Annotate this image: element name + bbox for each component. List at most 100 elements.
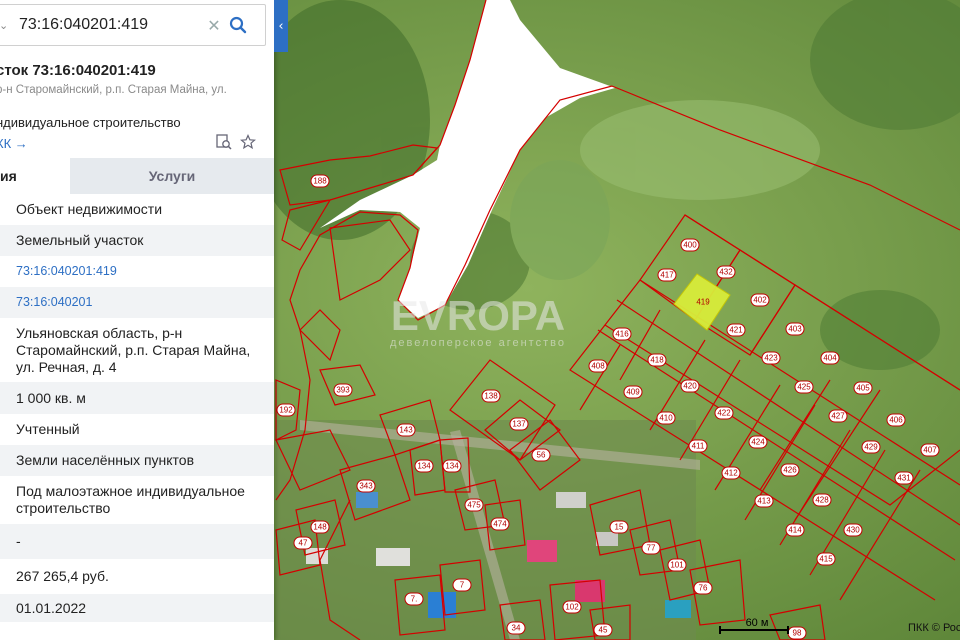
plot-label-423[interactable]: 423: [761, 351, 781, 365]
plot-label-56[interactable]: 56: [531, 448, 551, 462]
plot-label-148[interactable]: 148: [310, 520, 330, 534]
svg-text:47: 47: [299, 539, 308, 548]
plot-label-101[interactable]: 101: [667, 558, 687, 572]
svg-text:421: 421: [729, 326, 743, 335]
area-row: 1 000 кв. м: [0, 382, 274, 414]
svg-text:101: 101: [670, 561, 684, 570]
plot-label-410[interactable]: 410: [656, 411, 676, 425]
plot-label-408[interactable]: 408: [588, 359, 608, 373]
plot-label-422[interactable]: 422: [714, 406, 734, 420]
svg-text:76: 76: [699, 584, 708, 593]
plot-label-432[interactable]: 432: [716, 265, 736, 279]
address-row: Ульяновская область, р-н Старомайнский, …: [16, 324, 251, 375]
tab-services[interactable]: Услуги: [70, 158, 274, 194]
plot-label-134[interactable]: 134: [414, 459, 434, 473]
plot-label-138[interactable]: 138: [481, 389, 501, 403]
plot-label-430[interactable]: 430: [843, 523, 863, 537]
zoom-to-object-icon[interactable]: [216, 134, 232, 155]
cadastral-quarter-link[interactable]: 73:16:040201: [0, 287, 274, 318]
svg-text:137: 137: [512, 420, 526, 429]
plot-label-425[interactable]: 425: [794, 380, 814, 394]
svg-text:416: 416: [615, 330, 629, 339]
plot-label-421[interactable]: 421: [726, 323, 746, 337]
svg-text:412: 412: [724, 469, 738, 478]
svg-text:7: 7: [460, 581, 465, 590]
dropdown-chevron-icon[interactable]: ⌄: [0, 19, 13, 32]
plot-label-134[interactable]: 134: [442, 459, 462, 473]
plot-label-418[interactable]: 418: [647, 353, 667, 367]
object-address: р-н Старомайнский, р.п. Старая Майна, ул…: [0, 84, 227, 96]
plot-label-192[interactable]: 192: [276, 403, 296, 417]
svg-text:414: 414: [788, 526, 802, 535]
plot-label-406[interactable]: 406: [886, 413, 906, 427]
plot-label-409[interactable]: 409: [623, 385, 643, 399]
svg-text:7.: 7.: [411, 595, 418, 604]
svg-text:409: 409: [626, 388, 640, 397]
plot-label-414[interactable]: 414: [785, 523, 805, 537]
svg-text:410: 410: [659, 414, 673, 423]
watermark-sub: девелоперское агентство: [390, 337, 566, 349]
plot-label-424[interactable]: 424: [748, 435, 768, 449]
plot-label-417[interactable]: 417: [657, 268, 677, 282]
plot-label-429[interactable]: 429: [861, 440, 881, 454]
clear-icon[interactable]: ✕: [203, 16, 225, 35]
svg-text:431: 431: [897, 474, 911, 483]
svg-text:406: 406: [889, 416, 903, 425]
plot-label-7[interactable]: 7: [452, 578, 472, 592]
plot-label-402[interactable]: 402: [750, 293, 770, 307]
plot-label-431[interactable]: 431: [894, 471, 914, 485]
search-icon[interactable]: [225, 12, 251, 38]
svg-text:432: 432: [719, 268, 733, 277]
plot-label-393[interactable]: 393: [333, 383, 353, 397]
svg-text:422: 422: [717, 409, 731, 418]
plot-label-137[interactable]: 137: [509, 417, 529, 431]
plot-label-34[interactable]: 34: [506, 621, 526, 635]
plot-label-475[interactable]: 475: [464, 498, 484, 512]
plot-label-416[interactable]: 416: [612, 327, 632, 341]
svg-text:413: 413: [757, 497, 771, 506]
pkk-link[interactable]: КК →: [0, 136, 28, 151]
action-icons: [216, 134, 256, 155]
status-row: Учтенный: [16, 421, 80, 437]
collapse-panel-button[interactable]: ‹: [274, 0, 288, 52]
panel-tabs: ия Услуги: [0, 158, 274, 194]
plot-label-420[interactable]: 420: [680, 379, 700, 393]
plot-label-428[interactable]: 428: [812, 493, 832, 507]
plot-label-407[interactable]: 407: [920, 443, 940, 457]
plot-label-413[interactable]: 413: [754, 494, 774, 508]
plot-label-419[interactable]: 419: [696, 298, 710, 307]
plot-label-343[interactable]: 343: [356, 479, 376, 493]
copyright-text: ПКК © Рос: [908, 622, 960, 634]
svg-text:192: 192: [279, 406, 293, 415]
search-input[interactable]: [13, 16, 203, 34]
empty-value-row: -: [0, 524, 274, 559]
plot-label-188[interactable]: 188: [310, 174, 330, 188]
plot-label-404[interactable]: 404: [820, 351, 840, 365]
plot-label-474[interactable]: 474: [490, 517, 510, 531]
plot-label-102[interactable]: 102: [562, 600, 582, 614]
plot-label-411[interactable]: 411: [688, 439, 708, 453]
plot-label-76[interactable]: 76: [693, 581, 713, 595]
favorite-star-icon[interactable]: [240, 134, 256, 155]
plot-label-400[interactable]: 400: [680, 238, 700, 252]
plot-label-45[interactable]: 45: [593, 623, 613, 637]
plot-label-47[interactable]: 47: [293, 536, 313, 550]
svg-text:427: 427: [831, 412, 845, 421]
svg-text:138: 138: [484, 392, 498, 401]
plot-label-15[interactable]: 15: [609, 520, 629, 534]
plot-label-426[interactable]: 426: [780, 463, 800, 477]
plot-label-77[interactable]: 77: [641, 541, 661, 555]
cadastral-number-link[interactable]: 73:16:040201:419: [0, 256, 274, 287]
plot-label-7.[interactable]: 7.: [404, 592, 424, 606]
tab-information[interactable]: ия: [0, 158, 70, 194]
svg-text:423: 423: [764, 354, 778, 363]
svg-text:56: 56: [537, 451, 546, 460]
plot-label-143[interactable]: 143: [396, 423, 416, 437]
plot-label-405[interactable]: 405: [853, 381, 873, 395]
plot-label-427[interactable]: 427: [828, 409, 848, 423]
plot-label-415[interactable]: 415: [816, 552, 836, 566]
plot-label-412[interactable]: 412: [721, 466, 741, 480]
svg-text:143: 143: [399, 426, 413, 435]
svg-text:418: 418: [650, 356, 664, 365]
plot-label-403[interactable]: 403: [785, 322, 805, 336]
